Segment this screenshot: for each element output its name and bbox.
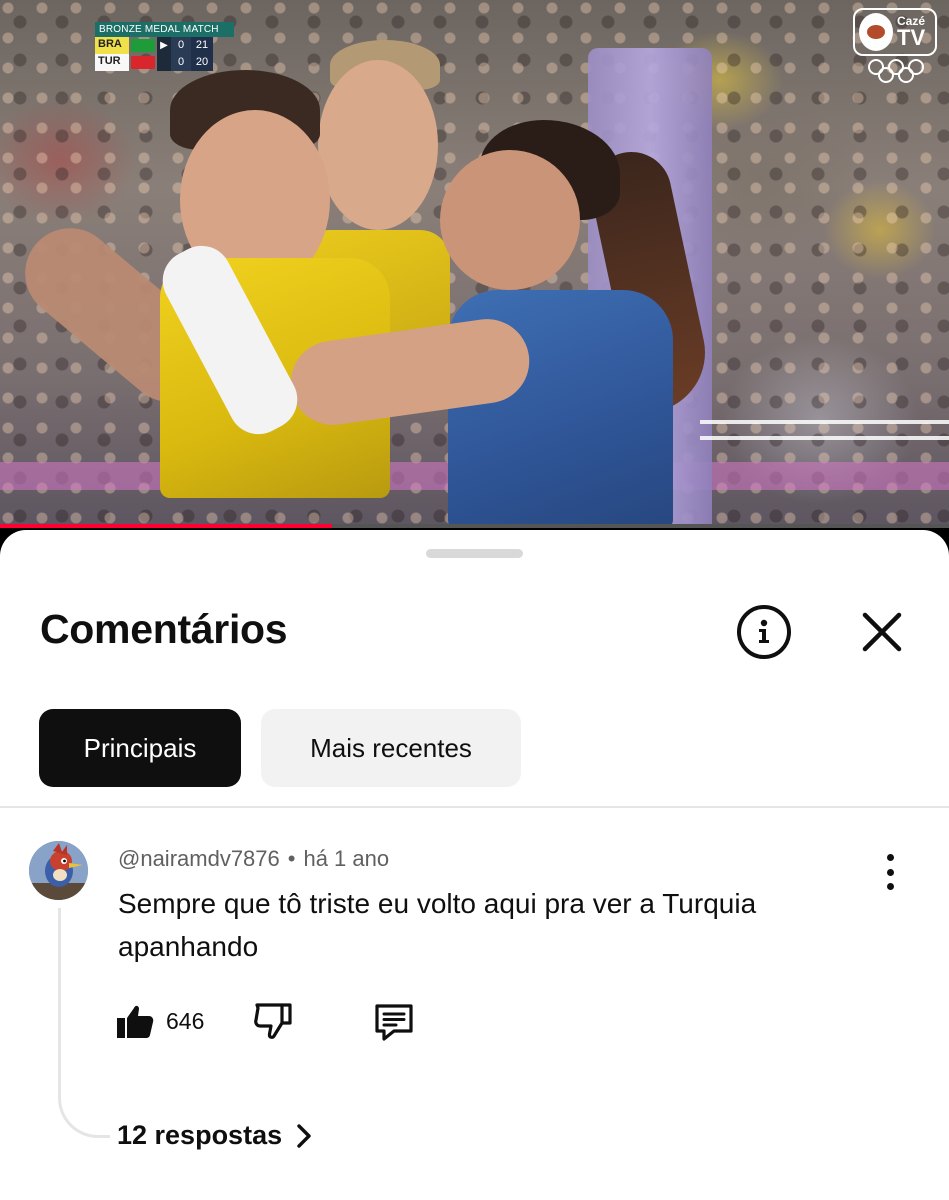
like-count: 646 [166, 1008, 205, 1034]
divider [0, 806, 949, 808]
video-progress-fill [0, 524, 333, 528]
athlete-face [440, 150, 580, 290]
mascot-icon [859, 13, 893, 51]
points: 20 [191, 54, 213, 71]
turkey-flag-icon [131, 56, 155, 69]
team-code: TUR [95, 54, 129, 71]
meta-separator: • [287, 846, 296, 871]
brazil-flag-icon [131, 39, 155, 52]
thumbs-down-icon [254, 1003, 292, 1039]
info-icon [759, 619, 769, 643]
comments-sheet: Comentários Principais Mais recentes @na… [0, 530, 949, 1200]
video-player[interactable]: BRONZE MEDAL MATCH BRA ▶ 0 21 TUR 0 20 C… [0, 0, 949, 528]
reply-button[interactable] [372, 1000, 416, 1044]
channel-logo: Cazé TV [853, 8, 937, 56]
net-line [700, 420, 949, 424]
comment-text: Sempre que tô triste eu volto aqui pra v… [118, 888, 757, 962]
match-title: BRONZE MEDAL MATCH [95, 22, 234, 37]
score-row-tur: TUR 0 20 [95, 54, 234, 71]
video-progress-bar[interactable] [0, 524, 949, 528]
close-icon [862, 612, 902, 652]
replies-label: 12 respostas [117, 1120, 283, 1150]
net-line [700, 436, 949, 440]
olympic-rings-icon [868, 59, 924, 83]
info-button[interactable] [737, 605, 791, 659]
comment-meta: @nairamdv7876 • há 1 ano [118, 846, 389, 872]
team-code: BRA [95, 37, 129, 54]
sets-won: 0 [171, 54, 191, 71]
avatar[interactable] [29, 841, 88, 900]
sheet-title: Comentários [40, 606, 288, 652]
comment-time: há 1 ano [303, 846, 390, 871]
comment-author[interactable]: @nairamdv7876 [118, 846, 280, 871]
more-vert-icon[interactable] [876, 852, 904, 892]
logo-tv: TV [897, 25, 926, 50]
serve-indicator-empty [157, 54, 171, 71]
serve-indicator-icon: ▶ [157, 37, 171, 54]
points: 21 [191, 37, 213, 54]
athlete-face [318, 60, 438, 230]
score-row-bra: BRA ▶ 0 21 [95, 37, 234, 54]
like-button[interactable] [114, 1000, 156, 1042]
close-button[interactable] [858, 608, 906, 656]
filter-top-comments[interactable]: Principais [39, 709, 241, 787]
scoreboard: BRONZE MEDAL MATCH BRA ▶ 0 21 TUR 0 20 [95, 22, 234, 71]
thumbs-up-icon [117, 1005, 154, 1038]
dislike-button[interactable] [252, 1000, 294, 1042]
thread-connector [58, 908, 110, 1138]
sheet-drag-handle[interactable] [426, 549, 523, 558]
reply-icon [375, 1004, 413, 1041]
filter-newest[interactable]: Mais recentes [261, 709, 521, 787]
view-replies-button[interactable]: 12 respostas [117, 1120, 312, 1151]
chevron-right-icon [297, 1123, 311, 1148]
sets-won: 0 [171, 37, 191, 54]
woodpecker-avatar-icon [29, 841, 88, 900]
